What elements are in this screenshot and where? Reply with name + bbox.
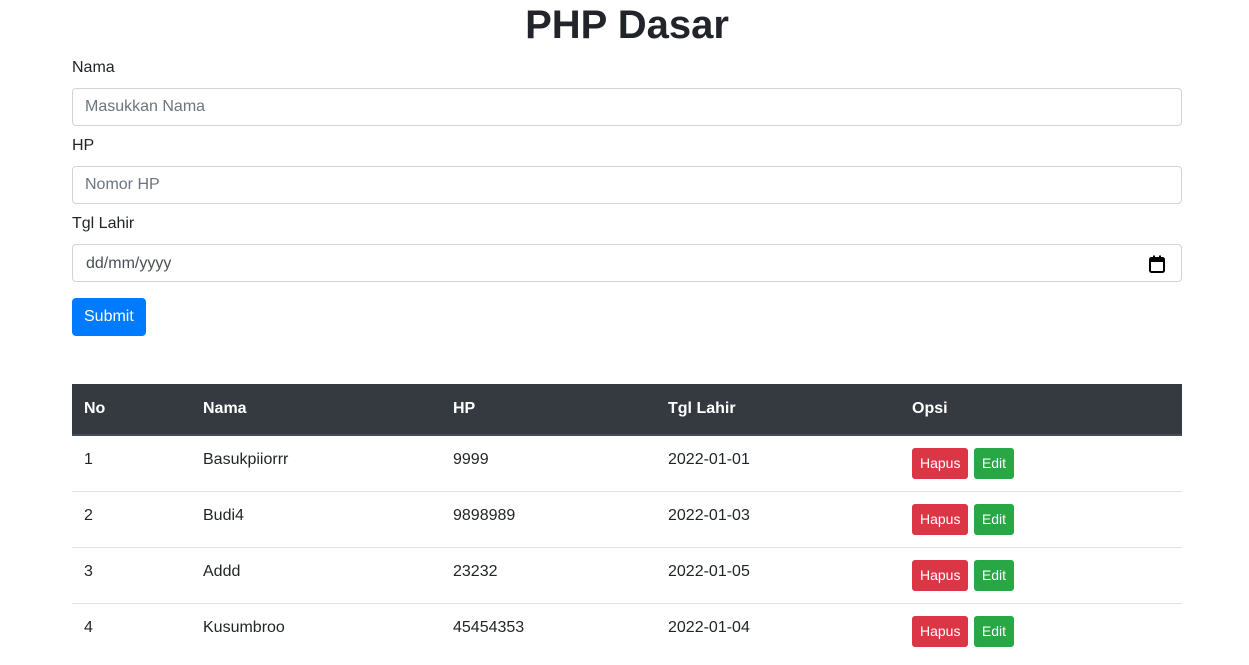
cell-nama: Addd (191, 547, 441, 604)
page-title: PHP Dasar (525, 3, 729, 47)
table-row: 3 Addd 23232 2022-01-05 Hapus Edit (72, 547, 1182, 604)
cell-opsi: Hapus Edit (900, 491, 1182, 548)
header-nama: Nama (191, 384, 441, 436)
hp-label: HP (72, 137, 95, 154)
hp-input[interactable] (72, 166, 1182, 204)
cell-no: 2 (72, 491, 191, 548)
cell-tgl-lahir: 2022-01-03 (656, 491, 900, 548)
edit-button[interactable]: Edit (973, 448, 1015, 479)
submit-button[interactable]: Submit (72, 298, 146, 336)
tgl-lahir-label: Tgl Lahir (72, 215, 135, 232)
calendar-icon[interactable] (1149, 255, 1165, 273)
cell-opsi: Hapus Edit (900, 435, 1182, 492)
cell-hp: 23232 (441, 547, 656, 604)
cell-no: 4 (72, 603, 191, 659)
cell-tgl-lahir: 2022-01-05 (656, 547, 900, 604)
cell-nama: Basukpiiorrr (203, 451, 289, 468)
table-body: 1 Basukpiiorrr 9999 2022-01-01 Hapus Edi… (72, 435, 1182, 659)
cell-hp: 45454353 (441, 603, 656, 659)
header-hp: HP (441, 384, 656, 436)
cell-hp: 9898989 (441, 491, 656, 548)
main-container: PHP Dasar Nama HP Tgl Lahir dd/mm/yyyy S… (72, 0, 1182, 659)
cell-opsi: Hapus Edit (900, 603, 1182, 659)
hapus-button[interactable]: Hapus (912, 504, 969, 535)
table-header-row: No Nama HP Tgl Lahir Opsi (72, 384, 1182, 436)
hp-group: HP (72, 134, 1182, 204)
tgl-lahir-input[interactable]: dd/mm/yyyy (72, 244, 1182, 282)
table-header: No Nama HP Tgl Lahir Opsi (72, 384, 1182, 436)
edit-button[interactable]: Edit (973, 560, 1015, 591)
cell-no: 3 (72, 547, 191, 604)
cell-tgl-lahir: 2022-01-04 (656, 603, 900, 659)
tgl-lahir-value: dd/mm/yyyy (86, 255, 172, 272)
hapus-button[interactable]: Hapus (912, 448, 969, 479)
cell-no: 1 (84, 451, 93, 468)
cell-nama: Budi4 (191, 491, 441, 548)
hapus-button[interactable]: Hapus (912, 616, 969, 647)
edit-button[interactable]: Edit (973, 504, 1015, 535)
cell-nama: Kusumbroo (191, 603, 441, 659)
table-row: 1 Basukpiiorrr 9999 2022-01-01 Hapus Edi… (72, 435, 1182, 492)
cell-tgl-lahir: 2022-01-01 (668, 451, 750, 468)
table-row: 4 Kusumbroo 45454353 2022-01-04 Hapus Ed… (72, 603, 1182, 659)
cell-hp: 9999 (453, 451, 489, 468)
cell-opsi: Hapus Edit (900, 547, 1182, 604)
data-form: Nama HP Tgl Lahir dd/mm/yyyy Submit (72, 56, 1182, 336)
nama-label: Nama (72, 59, 115, 76)
nama-input[interactable] (72, 88, 1182, 126)
header-opsi: Opsi (900, 384, 1182, 436)
data-table: No Nama HP Tgl Lahir Opsi 1 Basukpiiorrr… (72, 384, 1182, 659)
hapus-button[interactable]: Hapus (912, 560, 969, 591)
tgl-lahir-group: Tgl Lahir dd/mm/yyyy (72, 212, 1182, 282)
table-row: 2 Budi4 9898989 2022-01-03 Hapus Edit (72, 491, 1182, 548)
header-tgl-lahir: Tgl Lahir (656, 384, 900, 436)
header-no: No (72, 384, 191, 436)
nama-group: Nama (72, 56, 1182, 126)
edit-button[interactable]: Edit (973, 616, 1015, 647)
